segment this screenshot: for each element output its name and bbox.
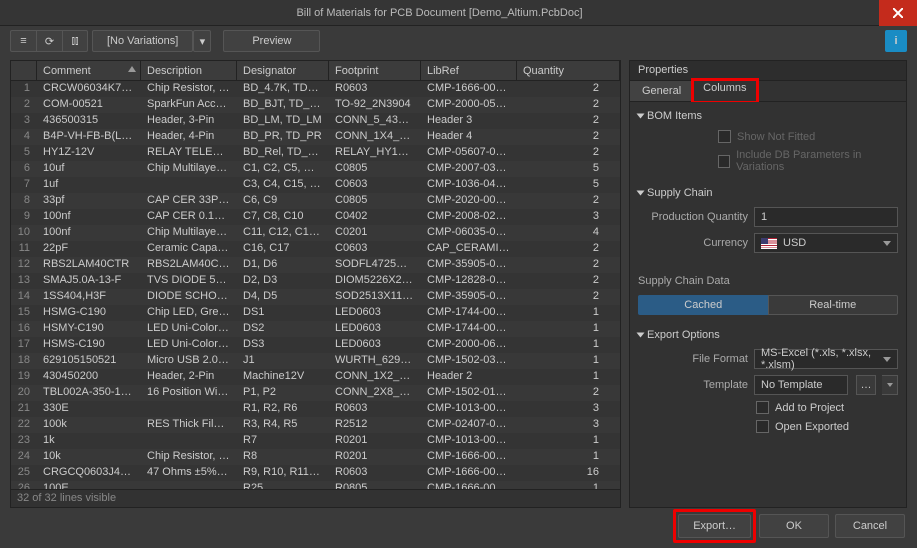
show-not-fitted-checkbox[interactable] [718,130,731,143]
expand-icon [637,191,645,196]
variations-dropdown[interactable]: [No Variations] [92,30,193,52]
table-row[interactable]: 2410kChip Resistor, 10…R8R0201CMP-1666-0… [11,449,620,465]
open-exported-label: Open Exported [775,421,849,433]
toolbar-chart-button[interactable]: ⫾⫾ [62,30,88,52]
table-row[interactable]: 9100nfCAP CER 0.1UF 10…C7, C8, C10C0402C… [11,209,620,225]
table-row[interactable]: 610ufChip Multilayer C…C1, C2, C5, C19, … [11,161,620,177]
col-footprint[interactable]: Footprint [329,61,421,80]
toolbar-refresh-button[interactable]: ⟳ [36,30,62,52]
properties-panel: Properties General Columns BOM Items Sho… [629,60,907,508]
template-dropdown[interactable]: No Template [754,375,848,395]
table-row[interactable]: 3436500315Header, 3-PinBD_LM, TD_LMCONN_… [11,113,620,129]
grid-header: Comment Description Designator Footprint… [11,61,620,81]
prod-qty-input[interactable]: 1 [754,207,898,227]
cached-button[interactable]: Cached [638,295,768,315]
section-export-options[interactable]: Export Options [630,325,906,345]
preview-button[interactable]: Preview [223,30,320,52]
currency-dropdown[interactable]: USD [754,233,898,253]
dialog-footer: Export… OK Cancel [0,508,917,544]
ok-button[interactable]: OK [759,514,829,538]
include-db-checkbox[interactable] [718,155,730,168]
add-to-project-checkbox[interactable] [756,401,769,414]
toolbar: ≡ ⟳ ⫾⫾ [No Variations] ▾ Preview i [0,26,917,56]
tab-columns[interactable]: Columns [691,78,758,104]
sort-asc-icon [128,66,136,72]
table-row[interactable]: 1CRCW06034K70F…Chip Resistor, 10…BD_4.7K… [11,81,620,97]
properties-title: Properties [629,60,907,80]
table-row[interactable]: 20TBL002A-350-16G…16 Position Wire…P1, P… [11,385,620,401]
close-icon [893,8,903,18]
bom-grid: Comment Description Designator Footprint… [10,60,621,508]
col-description[interactable]: Description [141,61,237,80]
table-row[interactable]: 16HSMY-C190LED Uni-Color Yel…DS2LED0603C… [11,321,620,337]
col-comment[interactable]: Comment [37,61,141,80]
col-designator[interactable]: Designator [237,61,329,80]
chart-icon: ⫾⫾ [71,35,78,48]
title-bar: Bill of Materials for PCB Document [Demo… [0,0,917,26]
table-row[interactable]: 141SS404,H3FDIODE SCHOTTKY…D4, D5SOD2513… [11,289,620,305]
expand-icon [637,114,645,119]
open-exported-checkbox[interactable] [756,420,769,433]
template-label: Template [638,379,748,391]
col-libref[interactable]: LibRef [421,61,517,80]
grid-body[interactable]: 1CRCW06034K70F…Chip Resistor, 10…BD_4.7K… [11,81,620,489]
col-quantity[interactable]: Quantity [517,61,620,80]
grid-footer: 32 of 32 lines visible [11,489,620,507]
supply-chain-data-label: Supply Chain Data [638,273,898,289]
file-format-label: File Format [638,353,748,365]
table-row[interactable]: 4B4P-VH-FB-B(LF)(S…Header, 4-PinBD_PR, T… [11,129,620,145]
toolbar-btn-1[interactable]: ≡ [10,30,36,52]
section-supply-chain[interactable]: Supply Chain [630,183,906,203]
table-row[interactable]: 1122pFCeramic Capacito…C16, C17C0603CAP_… [11,241,620,257]
table-row[interactable]: 833pfCAP CER 33PF 50…C6, C9C0805CMP-2020… [11,193,620,209]
table-row[interactable]: 12RBS2LAM40CTRRBS2LAM40C IS S…D1, D6SODF… [11,257,620,273]
table-row[interactable]: 5HY1Z-12VRELAY TELECOM S…BD_Rel, TD_RelR… [11,145,620,161]
table-row[interactable]: 19430450200Header, 2-PinMachine12VCONN_1… [11,369,620,385]
variations-dropdown-arrow[interactable]: ▾ [193,30,211,52]
add-to-project-label: Add to Project [775,402,844,414]
col-rownum[interactable] [11,61,37,80]
section-bom-items[interactable]: BOM Items [630,106,906,126]
realtime-button[interactable]: Real-time [768,295,899,315]
chevron-down-icon: ▾ [200,35,206,48]
flag-us-icon [761,238,777,249]
table-row[interactable]: 231kR7R0201CMP-1013-00510-21 [11,433,620,449]
tab-general[interactable]: General [630,81,694,101]
currency-label: Currency [638,237,748,249]
close-button[interactable] [879,0,917,26]
export-button[interactable]: Export… [678,514,751,538]
expand-icon [637,333,645,338]
table-row[interactable]: 17HSMS-C190LED Uni-Color Re…DS3LED0603CM… [11,337,620,353]
template-dropdown-arrow[interactable] [882,375,898,395]
table-row[interactable]: 18629105150521Micro USB 2.0 Typ…J1WURTH_… [11,353,620,369]
table-row[interactable]: 2COM-00521SparkFun Access…BD_BJT, TD_BJT… [11,97,620,113]
file-format-dropdown[interactable]: MS-Excel (*.xls, *.xlsx, *.xlsm) [754,349,898,369]
cancel-button[interactable]: Cancel [835,514,905,538]
show-not-fitted-label: Show Not Fitted [737,131,815,143]
table-row[interactable]: 13SMAJ5.0A-13-FTVS DIODE 5V 9.2…D2, D3DI… [11,273,620,289]
table-row[interactable]: 15HSMG-C190Chip LED, Green,…DS1LED0603CM… [11,305,620,321]
template-browse-button[interactable]: … [856,375,876,395]
info-icon: i [894,35,897,47]
info-button[interactable]: i [885,30,907,52]
table-row[interactable]: 22100kRES Thick Film, 1…R3, R4, R5R2512C… [11,417,620,433]
include-db-label: Include DB Parameters in Variations [736,149,898,173]
table-row[interactable]: 21330ER1, R2, R6R0603CMP-1013-00510…3 [11,401,620,417]
table-row[interactable]: 71ufC3, C4, C15, C18, …C0603CMP-1036-047… [11,177,620,193]
prod-qty-label: Production Quantity [638,211,748,223]
table-row[interactable]: 25CRGCQ0603J47R47 Ohms ±5% 0.1…R9, R10, … [11,465,620,481]
table-row[interactable]: 10100nfChip Multilayer C…C11, C12, C13, … [11,225,620,241]
window-title: Bill of Materials for PCB Document [Demo… [0,7,879,19]
table-row[interactable]: 26100ER25R0805CMP-1666-00005-41 [11,481,620,489]
